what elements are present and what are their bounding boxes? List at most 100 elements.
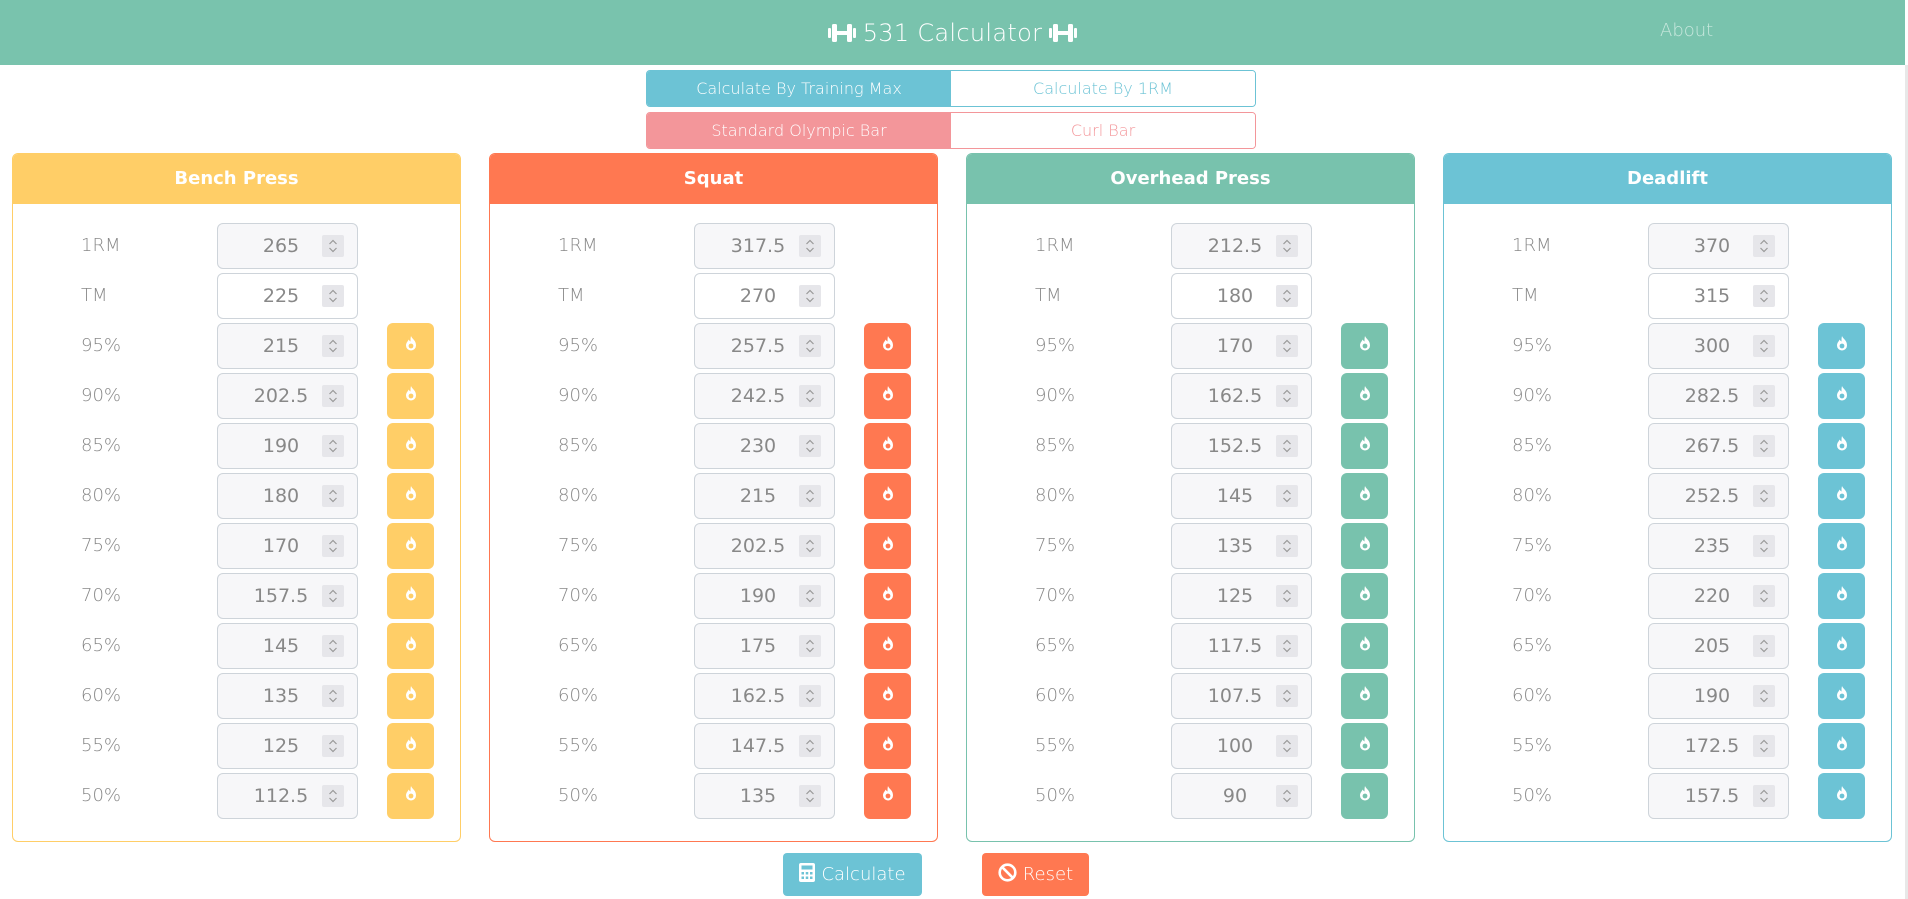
weight-input[interactable]: 125 — [1171, 573, 1312, 619]
warmup-button[interactable] — [1341, 373, 1388, 419]
spinner-icon[interactable] — [799, 385, 821, 407]
brand[interactable]: 531 Calculator — [0, 0, 1905, 65]
weight-input[interactable]: 205 — [1648, 623, 1789, 669]
warmup-button[interactable] — [864, 623, 911, 669]
weight-input[interactable]: 370 — [1648, 223, 1789, 269]
warmup-button[interactable] — [1341, 723, 1388, 769]
spinner-icon[interactable] — [1276, 285, 1298, 307]
weight-input[interactable]: 220 — [1648, 573, 1789, 619]
warmup-button[interactable] — [864, 423, 911, 469]
weight-input[interactable]: 202.5 — [217, 373, 358, 419]
spinner-icon[interactable] — [1276, 685, 1298, 707]
warmup-button[interactable] — [1341, 673, 1388, 719]
spinner-icon[interactable] — [1753, 285, 1775, 307]
warmup-button[interactable] — [387, 373, 434, 419]
spinner-icon[interactable] — [322, 335, 344, 357]
warmup-button[interactable] — [387, 573, 434, 619]
warmup-button[interactable] — [1818, 373, 1865, 419]
warmup-button[interactable] — [1818, 573, 1865, 619]
weight-input[interactable]: 107.5 — [1171, 673, 1312, 719]
spinner-icon[interactable] — [799, 235, 821, 257]
spinner-icon[interactable] — [1753, 485, 1775, 507]
warmup-button[interactable] — [1341, 423, 1388, 469]
warmup-button[interactable] — [1341, 473, 1388, 519]
spinner-icon[interactable] — [1753, 435, 1775, 457]
spinner-icon[interactable] — [799, 685, 821, 707]
warmup-button[interactable] — [864, 773, 911, 819]
weight-input[interactable]: 180 — [1171, 273, 1312, 319]
warmup-button[interactable] — [864, 723, 911, 769]
spinner-icon[interactable] — [322, 585, 344, 607]
spinner-icon[interactable] — [322, 785, 344, 807]
spinner-icon[interactable] — [322, 435, 344, 457]
calculate-button[interactable]: Calculate — [783, 853, 922, 896]
spinner-icon[interactable] — [1753, 235, 1775, 257]
weight-input[interactable]: 267.5 — [1648, 423, 1789, 469]
warmup-button[interactable] — [387, 323, 434, 369]
warmup-button[interactable] — [864, 473, 911, 519]
warmup-button[interactable] — [864, 573, 911, 619]
warmup-button[interactable] — [1341, 523, 1388, 569]
spinner-icon[interactable] — [1276, 635, 1298, 657]
weight-input[interactable]: 180 — [217, 473, 358, 519]
weight-input[interactable]: 215 — [217, 323, 358, 369]
weight-input[interactable]: 135 — [694, 773, 835, 819]
weight-input[interactable]: 242.5 — [694, 373, 835, 419]
calc-by-training-max-option[interactable]: Calculate By Training Max — [647, 71, 951, 106]
weight-input[interactable]: 257.5 — [694, 323, 835, 369]
weight-input[interactable]: 170 — [1171, 323, 1312, 369]
spinner-icon[interactable] — [799, 785, 821, 807]
weight-input[interactable]: 270 — [694, 273, 835, 319]
warmup-button[interactable] — [1818, 723, 1865, 769]
weight-input[interactable]: 117.5 — [1171, 623, 1312, 669]
weight-input[interactable]: 125 — [217, 723, 358, 769]
warmup-button[interactable] — [864, 323, 911, 369]
weight-input[interactable]: 112.5 — [217, 773, 358, 819]
spinner-icon[interactable] — [799, 585, 821, 607]
warmup-button[interactable] — [864, 673, 911, 719]
weight-input[interactable]: 157.5 — [1648, 773, 1789, 819]
curl-bar-option[interactable]: Curl Bar — [951, 113, 1255, 148]
calc-by-1rm-option[interactable]: Calculate By 1RM — [951, 71, 1255, 106]
spinner-icon[interactable] — [1753, 635, 1775, 657]
warmup-button[interactable] — [1341, 623, 1388, 669]
warmup-button[interactable] — [1341, 573, 1388, 619]
weight-input[interactable]: 190 — [217, 423, 358, 469]
spinner-icon[interactable] — [799, 285, 821, 307]
weight-input[interactable]: 147.5 — [694, 723, 835, 769]
spinner-icon[interactable] — [1276, 335, 1298, 357]
weight-input[interactable]: 157.5 — [217, 573, 358, 619]
spinner-icon[interactable] — [1753, 535, 1775, 557]
weight-input[interactable]: 172.5 — [1648, 723, 1789, 769]
warmup-button[interactable] — [387, 673, 434, 719]
weight-input[interactable]: 145 — [1171, 473, 1312, 519]
warmup-button[interactable] — [387, 623, 434, 669]
warmup-button[interactable] — [1818, 623, 1865, 669]
spinner-icon[interactable] — [1753, 785, 1775, 807]
reset-button[interactable]: Reset — [982, 853, 1089, 896]
weight-input[interactable]: 170 — [217, 523, 358, 569]
spinner-icon[interactable] — [1276, 785, 1298, 807]
warmup-button[interactable] — [1818, 323, 1865, 369]
weight-input[interactable]: 317.5 — [694, 223, 835, 269]
warmup-button[interactable] — [1818, 523, 1865, 569]
spinner-icon[interactable] — [1753, 385, 1775, 407]
spinner-icon[interactable] — [1753, 585, 1775, 607]
spinner-icon[interactable] — [799, 485, 821, 507]
weight-input[interactable]: 90 — [1171, 773, 1312, 819]
spinner-icon[interactable] — [1753, 685, 1775, 707]
weight-input[interactable]: 225 — [217, 273, 358, 319]
weight-input[interactable]: 300 — [1648, 323, 1789, 369]
weight-input[interactable]: 135 — [1171, 523, 1312, 569]
spinner-icon[interactable] — [799, 535, 821, 557]
weight-input[interactable]: 202.5 — [694, 523, 835, 569]
spinner-icon[interactable] — [1276, 485, 1298, 507]
warmup-button[interactable] — [1818, 773, 1865, 819]
warmup-button[interactable] — [387, 773, 434, 819]
weight-input[interactable]: 175 — [694, 623, 835, 669]
warmup-button[interactable] — [1341, 773, 1388, 819]
about-link[interactable]: About — [1660, 20, 1713, 41]
spinner-icon[interactable] — [322, 285, 344, 307]
warmup-button[interactable] — [387, 473, 434, 519]
weight-input[interactable]: 230 — [694, 423, 835, 469]
